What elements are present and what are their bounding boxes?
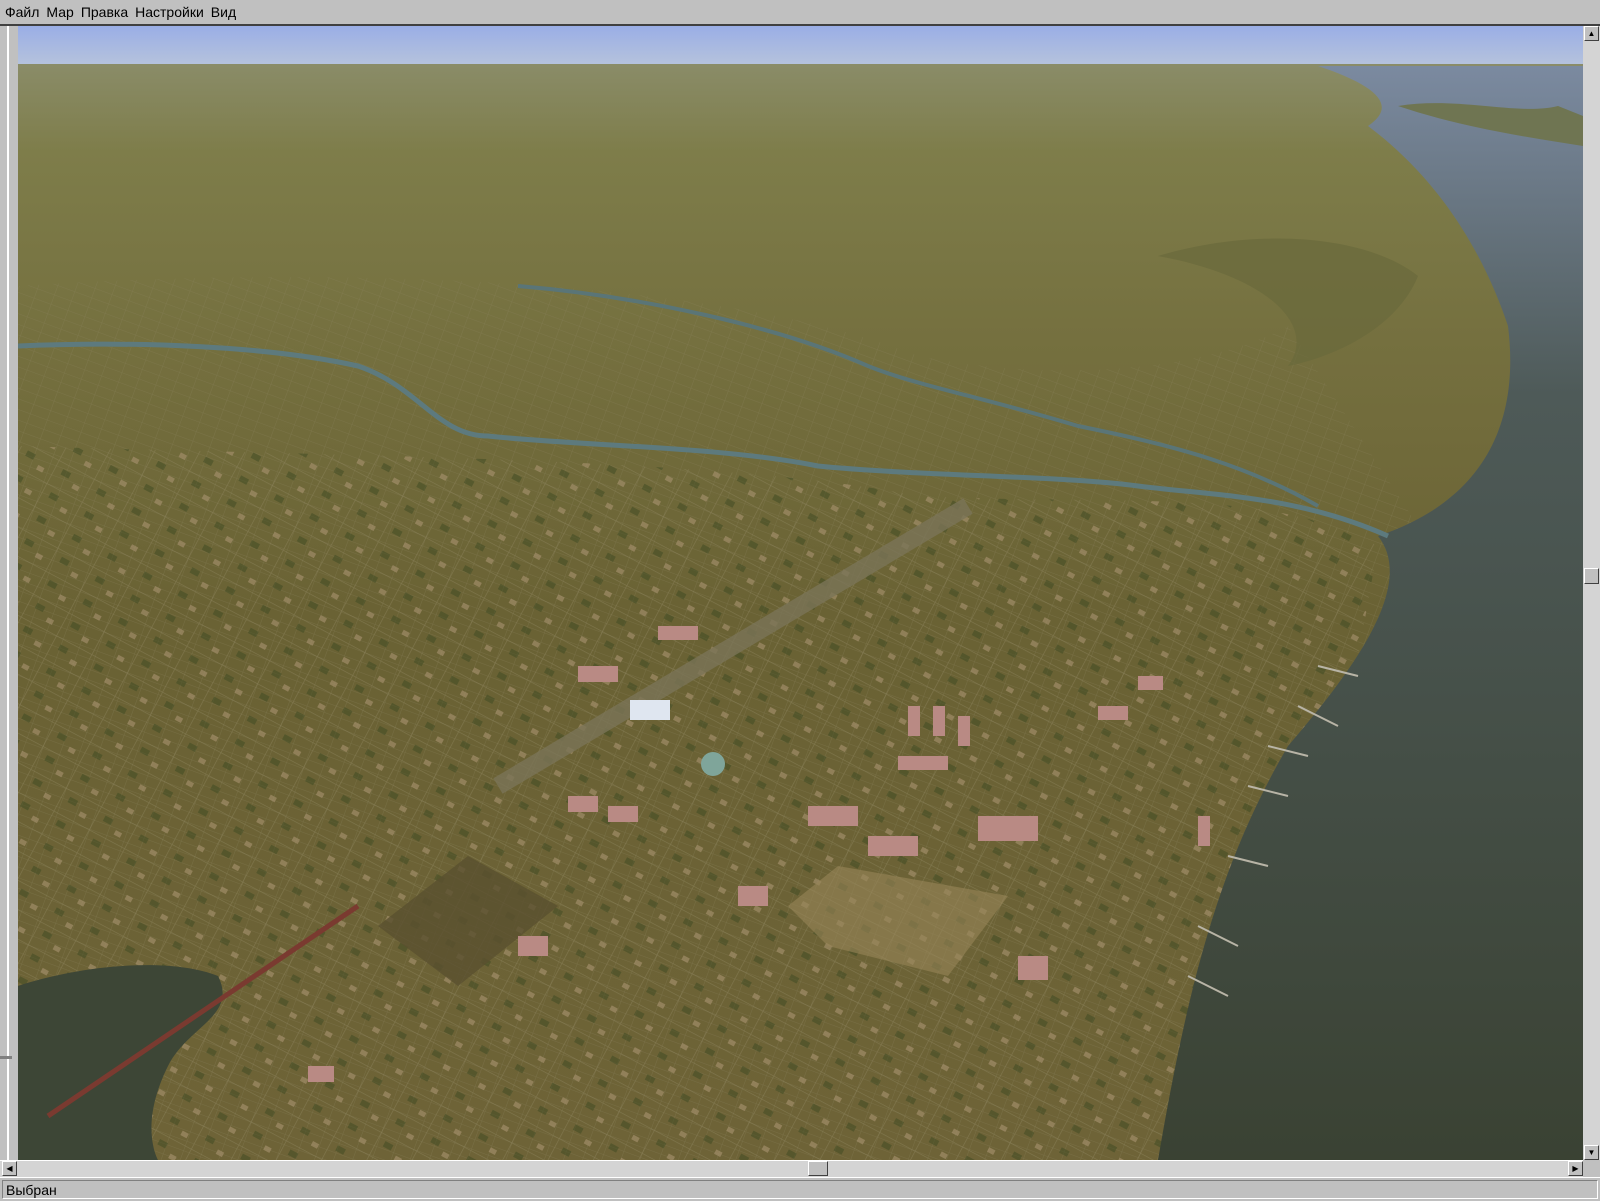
frame-edge — [7, 26, 9, 1160]
sky — [18, 26, 1583, 66]
menu-file[interactable]: Файл — [0, 1, 41, 23]
triangle-right-icon: ▶ — [1572, 1164, 1579, 1173]
scrollbar-corner — [1583, 1160, 1600, 1177]
scroll-up-button[interactable]: ▲ — [1584, 26, 1599, 41]
status-bar: Выбран — [0, 1177, 1600, 1201]
left-frame — [0, 26, 18, 1160]
triangle-down-icon: ▼ — [1587, 1148, 1596, 1157]
status-text: Выбран — [2, 1180, 1598, 1199]
cathedral — [701, 752, 725, 776]
triangle-left-icon: ◀ — [6, 1164, 13, 1173]
horizontal-scroll-thumb[interactable] — [808, 1161, 828, 1176]
scroll-left-button[interactable]: ◀ — [2, 1161, 17, 1176]
triangle-up-icon: ▲ — [1587, 29, 1596, 38]
horizontal-scrollbar[interactable]: ◀ ▶ — [0, 1160, 1583, 1177]
scroll-right-button[interactable]: ▶ — [1568, 1161, 1583, 1176]
frame-marker — [0, 1056, 12, 1059]
menu-bar: Файл Мар Правка Настройки Вид — [0, 0, 1600, 26]
vertical-scroll-thumb[interactable] — [1584, 568, 1599, 584]
menu-map[interactable]: Мар — [41, 1, 75, 23]
map-viewport[interactable] — [18, 26, 1583, 1160]
vertical-scrollbar[interactable]: ▲ ▼ — [1583, 26, 1600, 1160]
menu-settings[interactable]: Настройки — [130, 1, 206, 23]
scroll-down-button[interactable]: ▼ — [1584, 1145, 1599, 1160]
menu-edit[interactable]: Правка — [76, 1, 130, 23]
city-blocks — [18, 446, 1378, 1160]
menu-view[interactable]: Вид — [206, 1, 238, 23]
map-3d-view[interactable] — [18, 26, 1583, 1160]
railway-station — [630, 700, 670, 720]
